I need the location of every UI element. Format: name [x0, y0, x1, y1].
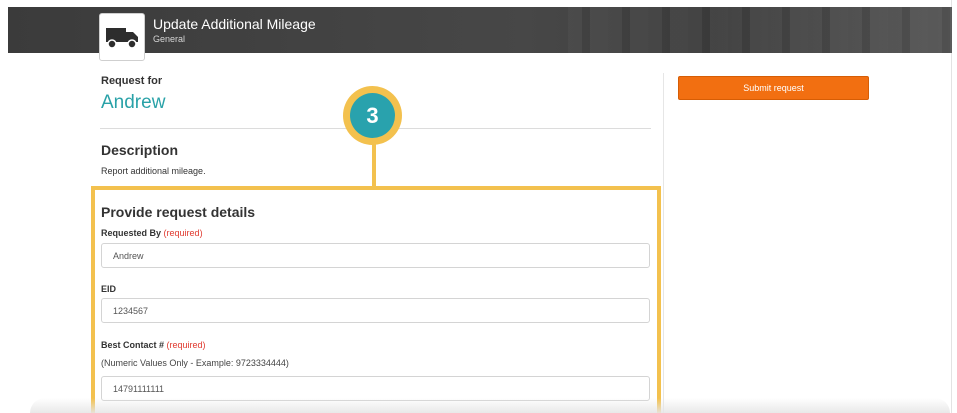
submit-request-button[interactable]: Submit request [678, 76, 869, 100]
description-heading: Description [101, 142, 179, 158]
eid-value: 1234567 [113, 305, 149, 316]
requested-by-input[interactable]: Andrew [101, 243, 650, 268]
best-contact-label-text: Best Contact # [101, 340, 165, 350]
best-contact-label: Best Contact # (required) [101, 340, 206, 350]
eid-label-text: EID [101, 284, 117, 294]
header-bar [8, 7, 952, 53]
requested-by-label-text: Requested By [101, 228, 162, 238]
eid-label: EID [101, 284, 116, 294]
requested-by-value: Andrew [113, 250, 144, 261]
page-category: General [153, 34, 186, 44]
callout-connector [372, 138, 376, 189]
request-details-heading: Provide request details [101, 204, 256, 220]
column-divider [663, 73, 664, 413]
catalog-item-logo [99, 13, 145, 61]
request-for-name: Andrew [101, 92, 166, 113]
request-for-label: Request for [101, 75, 163, 87]
description-text: Report additional mileage. [101, 166, 206, 176]
header-pattern [568, 7, 952, 53]
callout-step-number: 3 [350, 93, 395, 138]
callout-badge: 3 [343, 86, 402, 145]
page-title: Update Additional Mileage [153, 16, 316, 32]
bottom-fade [30, 398, 950, 413]
required-marker: (required) [166, 340, 206, 350]
truck-icon [106, 28, 138, 49]
eid-input[interactable]: 1234567 [101, 298, 650, 323]
best-contact-hint: (Numeric Values Only - Example: 97233344… [101, 358, 289, 368]
best-contact-value: 14791111111 [113, 383, 165, 394]
requested-by-label: Requested By (required) [101, 228, 203, 238]
required-marker: (required) [163, 228, 203, 238]
